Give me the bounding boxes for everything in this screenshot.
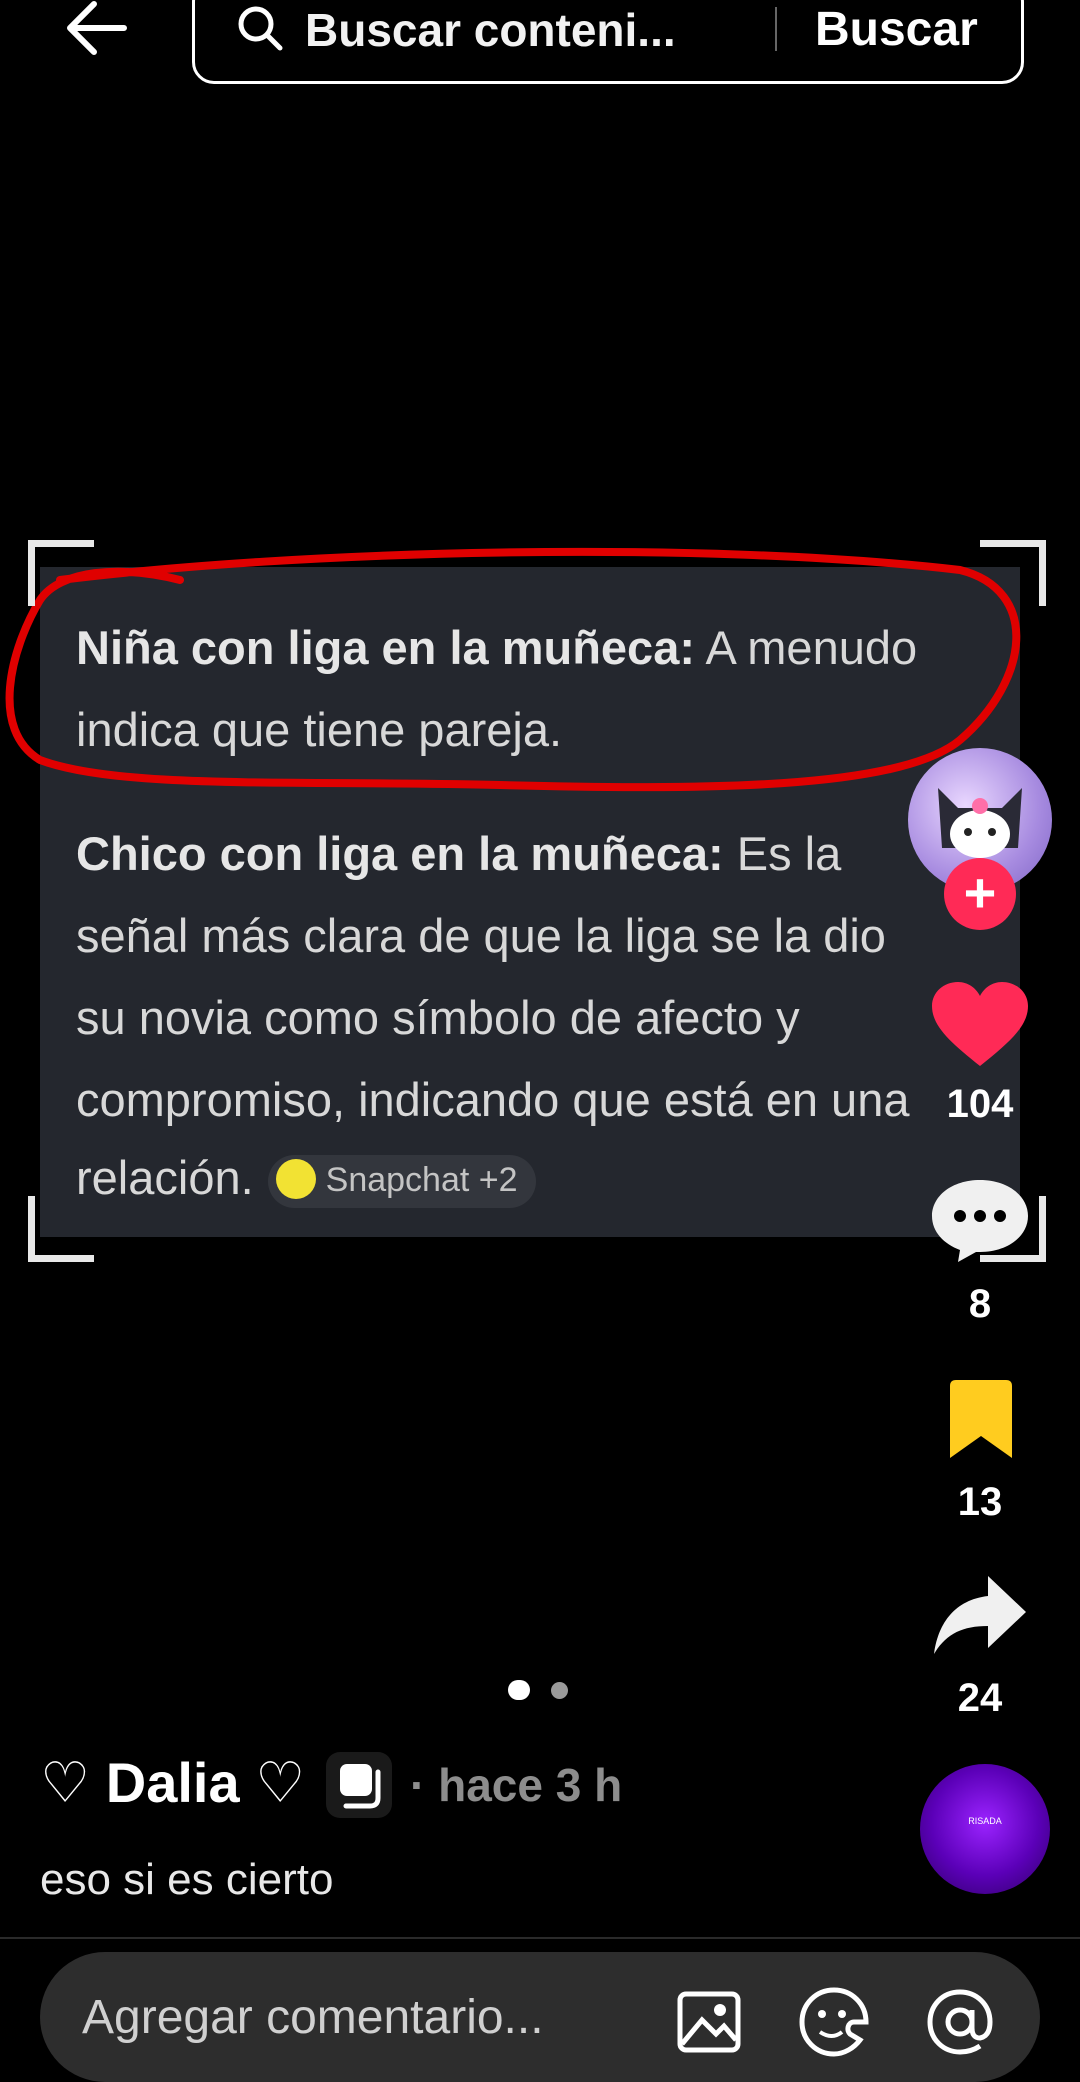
copy-icon	[340, 1764, 381, 1809]
repost-badge	[326, 1752, 392, 1818]
like-count: 104	[946, 1082, 1014, 1126]
frame-corner	[28, 540, 94, 606]
source-chip: Snapchat +2	[267, 1155, 536, 1209]
post-text-line: su novia como símbolo de afecto y	[76, 991, 800, 1044]
comment-count: 8	[968, 1282, 992, 1326]
search-button[interactable]: Buscar	[815, 0, 978, 67]
save-count: 13	[957, 1480, 1003, 1524]
search-divider	[775, 7, 777, 51]
divider	[0, 1937, 1080, 1939]
post-text-line: Chico con liga en la muñeca: Es la	[76, 827, 842, 880]
share-count: 24	[957, 1676, 1003, 1720]
heart-icon[interactable]	[930, 982, 1030, 1070]
frame-corner	[980, 540, 1046, 606]
follow-button[interactable]: +	[944, 858, 1016, 930]
post-caption: eso si es cierto	[40, 1855, 334, 1904]
emoji-icon[interactable]	[798, 1986, 870, 2058]
author-name[interactable]: ♡ Dalia ♡	[40, 1750, 305, 1816]
back-button[interactable]	[60, 0, 140, 60]
bookmark-icon[interactable]	[946, 1380, 1016, 1460]
carousel-dot-active	[508, 1680, 528, 1700]
search-input[interactable]: Buscar conteni...	[305, 0, 676, 67]
comment-icon[interactable]	[930, 1176, 1030, 1262]
mention-icon[interactable]	[924, 1986, 996, 2058]
snapchat-icon	[275, 1159, 316, 1200]
arrow-left-icon	[67, 1, 127, 55]
image-icon[interactable]	[676, 1990, 742, 2054]
share-icon[interactable]	[932, 1574, 1028, 1656]
carousel-dot	[551, 1682, 568, 1699]
search-icon	[238, 6, 283, 51]
post-text-line: compromiso, indicando que está en una	[76, 1073, 910, 1126]
music-disc[interactable]: RISADA	[920, 1764, 1050, 1894]
search-bar[interactable]: Buscar conteni... Buscar	[192, 0, 1024, 84]
post-text-line: señal más clara de que la liga se la dio	[76, 909, 886, 962]
music-disc-label: RISADA	[968, 1816, 1002, 1826]
frame-corner	[28, 1196, 94, 1262]
comment-input[interactable]: Agregar comentario...	[82, 1990, 544, 2045]
post-text-line: relación. Snapchat +2	[76, 1150, 536, 1209]
red-annotation-circle	[5, 547, 1021, 792]
post-time: · hace 3 h	[410, 1759, 623, 1811]
